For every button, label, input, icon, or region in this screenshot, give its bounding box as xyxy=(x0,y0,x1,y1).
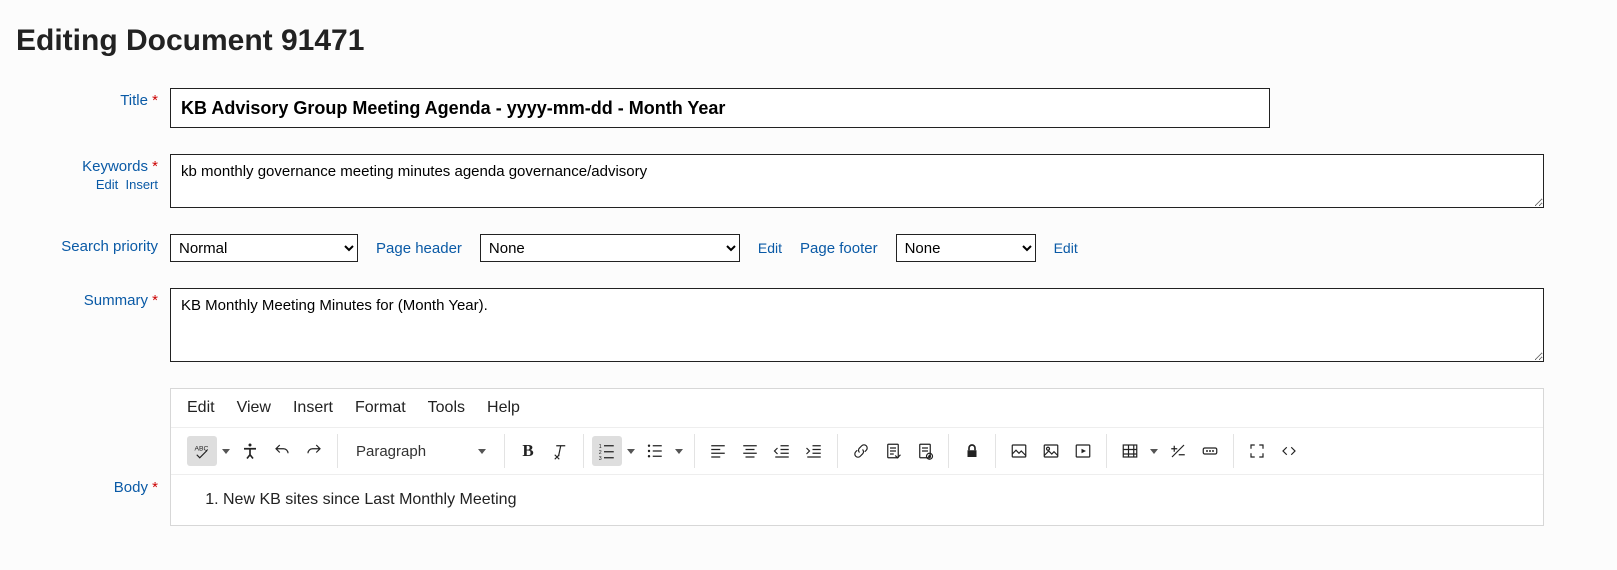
align-left-icon xyxy=(709,442,727,460)
summary-input[interactable] xyxy=(170,288,1544,362)
image-icon xyxy=(1010,442,1028,460)
page-footer-label: Page footer xyxy=(800,240,878,257)
row-keywords: Keywords * Edit Insert xyxy=(16,154,1601,208)
ordered-list-caret[interactable] xyxy=(624,436,638,466)
menu-view[interactable]: View xyxy=(237,399,271,417)
indent-button[interactable] xyxy=(799,436,829,466)
menu-tools[interactable]: Tools xyxy=(428,399,465,417)
body-label: Body xyxy=(114,479,148,496)
table-icon xyxy=(1121,442,1139,460)
outdent-icon xyxy=(773,442,791,460)
editor-toolbar: ABC Paragraph xyxy=(171,428,1543,475)
search-priority-select[interactable]: Normal xyxy=(170,234,358,262)
align-center-icon xyxy=(741,442,759,460)
page-footer-select[interactable]: None xyxy=(896,234,1036,262)
table-button[interactable] xyxy=(1115,436,1145,466)
title-label: Title xyxy=(120,92,148,109)
new-doc-icon xyxy=(916,442,934,460)
clear-format-button[interactable] xyxy=(545,436,575,466)
fullscreen-button[interactable] xyxy=(1242,436,1272,466)
spellcheck-button[interactable]: ABC xyxy=(187,436,217,466)
page-header-label: Page header xyxy=(376,240,462,257)
block-format-label: Paragraph xyxy=(356,443,426,460)
row-summary: Summary * xyxy=(16,288,1601,362)
accessibility-icon xyxy=(241,442,259,460)
svg-text:3: 3 xyxy=(599,456,602,460)
ordered-list-button[interactable]: 123 xyxy=(592,436,622,466)
media-icon xyxy=(1074,442,1092,460)
spellcheck-caret[interactable] xyxy=(219,436,233,466)
keywords-label: Keywords xyxy=(82,158,148,175)
align-center-button[interactable] xyxy=(735,436,765,466)
svg-text:2: 2 xyxy=(599,450,602,456)
image2-button[interactable] xyxy=(1036,436,1066,466)
clear-format-icon xyxy=(551,442,569,460)
page-header-edit-link[interactable]: Edit xyxy=(758,240,782,256)
unordered-list-button[interactable] xyxy=(640,436,670,466)
list-item: New KB sites since Last Monthly Meeting xyxy=(223,491,1521,509)
special-char-button[interactable] xyxy=(1163,436,1193,466)
undo-button[interactable] xyxy=(267,436,297,466)
required-mark: * xyxy=(152,92,158,109)
row-body: Body * Edit View Insert Format Tools Hel… xyxy=(16,388,1601,526)
required-mark: * xyxy=(152,292,158,309)
bold-button[interactable]: B xyxy=(513,436,543,466)
keywords-input[interactable] xyxy=(170,154,1544,208)
keywords-edit-link[interactable]: Edit xyxy=(96,177,118,192)
link-button[interactable] xyxy=(846,436,876,466)
required-mark: * xyxy=(152,158,158,175)
page-title: Editing Document 91471 xyxy=(16,24,1601,58)
menu-insert[interactable]: Insert xyxy=(293,399,333,417)
search-priority-label: Search priority xyxy=(61,238,158,255)
required-mark: * xyxy=(152,479,158,496)
align-left-button[interactable] xyxy=(703,436,733,466)
menu-help[interactable]: Help xyxy=(487,399,520,417)
outdent-button[interactable] xyxy=(767,436,797,466)
menu-format[interactable]: Format xyxy=(355,399,406,417)
code-icon xyxy=(1280,442,1298,460)
unordered-list-caret[interactable] xyxy=(672,436,686,466)
doc-link-button[interactable] xyxy=(878,436,908,466)
redo-button[interactable] xyxy=(299,436,329,466)
ellipsis-icon xyxy=(1201,442,1219,460)
link-icon xyxy=(852,442,870,460)
more-button[interactable] xyxy=(1195,436,1225,466)
indent-icon xyxy=(805,442,823,460)
spellcheck-icon: ABC xyxy=(193,442,211,460)
chevron-down-icon xyxy=(478,449,486,454)
svg-text:1: 1 xyxy=(599,444,602,450)
fullscreen-icon xyxy=(1248,442,1266,460)
new-doc-button[interactable] xyxy=(910,436,940,466)
title-input[interactable] xyxy=(170,88,1270,128)
summary-label: Summary xyxy=(84,292,148,309)
redo-icon xyxy=(305,442,323,460)
editor-content[interactable]: New KB sites since Last Monthly Meeting xyxy=(171,475,1543,525)
media-button[interactable] xyxy=(1068,436,1098,466)
accessibility-button[interactable] xyxy=(235,436,265,466)
page-footer-edit-link[interactable]: Edit xyxy=(1054,240,1078,256)
keywords-insert-link[interactable]: Insert xyxy=(125,177,158,192)
image2-icon xyxy=(1042,442,1060,460)
page-header-select[interactable]: None xyxy=(480,234,740,262)
unordered-list-icon xyxy=(646,442,664,460)
row-search-priority: Search priority Normal Page header None … xyxy=(16,234,1601,262)
doc-link-icon xyxy=(884,442,902,460)
block-format-select[interactable]: Paragraph xyxy=(346,436,496,466)
permissions-button[interactable] xyxy=(957,436,987,466)
row-title: Title * xyxy=(16,88,1601,128)
editor-menubar: Edit View Insert Format Tools Help xyxy=(171,389,1543,428)
plus-minus-icon xyxy=(1169,442,1187,460)
image-button[interactable] xyxy=(1004,436,1034,466)
rich-text-editor: Edit View Insert Format Tools Help ABC xyxy=(170,388,1544,526)
lock-icon xyxy=(963,442,981,460)
bold-icon: B xyxy=(522,441,533,461)
menu-edit[interactable]: Edit xyxy=(187,399,215,417)
undo-icon xyxy=(273,442,291,460)
ordered-list-icon: 123 xyxy=(598,442,616,460)
source-code-button[interactable] xyxy=(1274,436,1304,466)
table-caret[interactable] xyxy=(1147,436,1161,466)
